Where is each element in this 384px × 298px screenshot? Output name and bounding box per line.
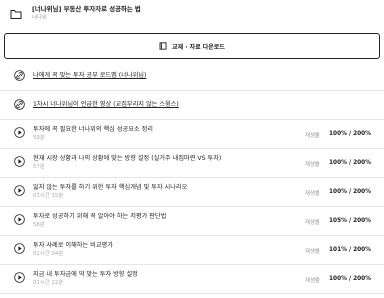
item-progress: 101% / 200% [329,247,371,253]
download-materials-button[interactable]: 교재 · 자료 다운로드 [4,33,380,59]
list-item[interactable]: 지금 내 투자금에 딱 맞는 투자 방향 설정 01시간 22분 재생률 100… [0,265,384,294]
list-item[interactable]: 투자로 성공하기 위해 꼭 알아야 하는 저평가 판단법 58분 재생률 105… [0,207,384,236]
item-texts: 투자에 꼭 필요한 너나위의 핵심 성공요소 정리 59분 [33,125,153,142]
item-title[interactable]: 1차시 너나위님이 언급한 영상 (교집부리지 않는 스윙스) [33,100,179,109]
item-texts: 지금 내 투자금에 딱 맞는 투자 방향 설정 01시간 22분 [33,270,138,287]
lesson-list: 나에게 꼭 맞는 투자 공부 로드맵 (너나위님) 1차시 너나위님이 언급한 … [0,62,384,294]
play-icon[interactable] [14,272,25,283]
item-texts: 잃지 않는 투자를 하기 위한 투자 핵심개념 및 투자 시나리오 01시간 1… [33,183,187,200]
link-icon [14,70,25,81]
item-title: 투자로 성공하기 위해 꼭 알아야 하는 저평가 판단법 [33,213,167,220]
item-duration: 01시간 15분 [33,193,64,199]
item-duration: 01시간 22분 [33,280,64,286]
play-icon[interactable] [14,243,25,254]
list-item[interactable]: 1차시 너나위님이 언급한 영상 (교집부리지 않는 스윙스) [0,91,384,120]
course-header-texts: [너나위님] 부동산 투자자로 성공하는 법 너나위 [32,5,141,22]
item-texts: 1차시 너나위님이 언급한 영상 (교집부리지 않는 스윙스) [33,100,179,109]
item-texts: 나에게 꼭 맞는 투자 공부 로드맵 (너나위님) [33,71,146,80]
book-icon [159,42,167,50]
list-item[interactable]: 현재 시장 상황과 나의 상황에 맞는 방향 설정 (실거주 내집마련 VS 투… [0,149,384,178]
item-status: 재생률 [305,133,320,139]
play-icon[interactable] [14,156,25,167]
item-duration: 58분 [33,222,45,228]
item-status: 재생률 [305,278,320,284]
item-title: 투자에 꼭 필요한 너나위의 핵심 성공요소 정리 [33,126,153,133]
link-icon [14,99,25,110]
item-progress: 100% / 200% [329,160,371,166]
item-progress: 100% / 200% [329,276,371,282]
item-title[interactable]: 나에게 꼭 맞는 투자 공부 로드맵 (너나위님) [33,71,146,80]
list-item[interactable]: 투자 사례로 이해하는 비교평가 01시간 04분 재생률 101% / 200… [0,236,384,265]
play-icon[interactable] [14,214,25,225]
item-texts: 투자로 성공하기 위해 꼭 알아야 하는 저평가 판단법 58분 [33,212,166,229]
item-texts: 투자 사례로 이해하는 비교평가 01시간 04분 [33,241,113,258]
item-duration: 59분 [33,135,45,141]
item-title: 현재 시장 상황과 나의 상황에 맞는 방향 설정 (실거주 내집마련 VS 투… [33,155,222,162]
item-duration: 01시간 04분 [33,251,64,257]
course-instructor: 너나위 [32,15,47,21]
item-title: 투자 사례로 이해하는 비교평가 [33,242,113,249]
folder-icon [10,10,22,19]
list-item[interactable]: 나에게 꼭 맞는 투자 공부 로드맵 (너나위님) [0,62,384,91]
play-icon[interactable] [14,185,25,196]
item-progress: 105% / 200% [329,218,371,224]
item-progress: 100% / 200% [329,131,371,137]
item-status: 재생률 [305,220,320,226]
list-item[interactable]: 투자에 꼭 필요한 너나위의 핵심 성공요소 정리 59분 재생률 100% /… [0,120,384,149]
download-label: 교재 · 자료 다운로드 [172,43,225,51]
item-title: 잃지 않는 투자를 하기 위한 투자 핵심개념 및 투자 시나리오 [33,184,188,191]
item-texts: 현재 시장 상황과 나의 상황에 맞는 방향 설정 (실거주 내집마련 VS 투… [33,154,221,171]
item-title: 지금 내 투자금에 딱 맞는 투자 방향 설정 [33,271,138,278]
item-duration: 57분 [33,164,45,170]
list-item[interactable]: 잃지 않는 투자를 하기 위한 투자 핵심개념 및 투자 시나리오 01시간 1… [0,178,384,207]
course-title: [너나위님] 부동산 투자자로 성공하는 법 [32,5,141,13]
course-header: [너나위님] 부동산 투자자로 성공하는 법 너나위 [10,5,370,27]
item-progress: 100% / 200% [329,189,371,195]
play-icon[interactable] [14,127,25,138]
item-status: 재생률 [305,249,320,255]
item-status: 재생률 [305,162,320,168]
item-status: 재생률 [305,191,320,197]
